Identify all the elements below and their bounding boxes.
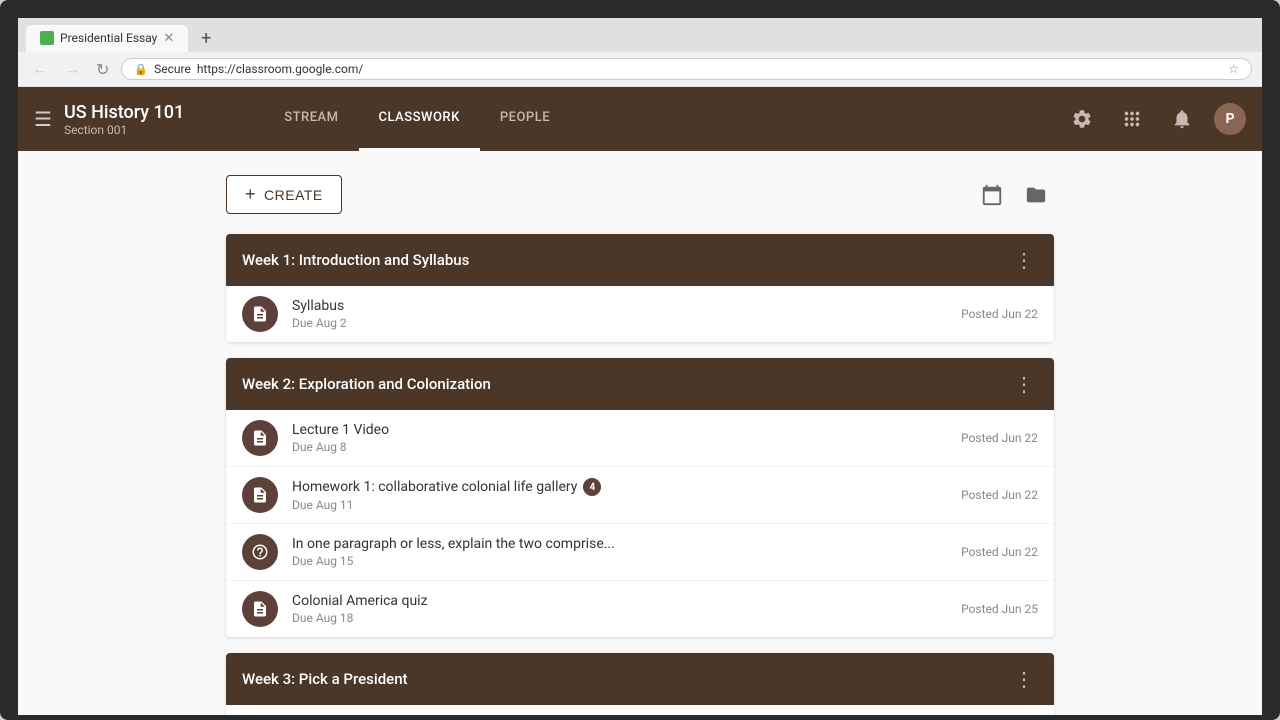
tab-favicon — [40, 31, 54, 45]
back-button[interactable]: ← — [28, 57, 52, 81]
week-header: Week 1: Introduction and Syllabus ⋮ — [226, 234, 1054, 286]
gc-header: ☰ US History 101 Section 001 STREAM CLAS… — [18, 87, 1262, 151]
nav-people[interactable]: PEOPLE — [480, 87, 570, 151]
user-avatar[interactable]: P — [1214, 103, 1246, 135]
week-title: Week 2: Exploration and Colonization — [242, 375, 491, 393]
apps-button[interactable] — [1114, 101, 1150, 137]
tab-close-button[interactable]: ✕ — [163, 31, 174, 46]
week-section: Week 2: Exploration and Colonization ⋮ L… — [226, 358, 1054, 637]
assignment-posted-date: Posted Jun 22 — [961, 545, 1038, 559]
assignment-due-date: Due Aug 8 — [292, 440, 945, 454]
assignment-row[interactable]: Lecture 1 Video Due Aug 8 Posted Jun 22 — [226, 410, 1054, 467]
assignment-row[interactable]: Homework 1: collaborative colonial life … — [226, 467, 1054, 524]
calendar-view-button[interactable] — [974, 177, 1010, 213]
assignment-row[interactable]: Colonial America quiz Due Aug 18 Posted … — [226, 581, 1054, 637]
week-menu-button[interactable]: ⋮ — [1010, 665, 1038, 693]
course-title: US History 101 — [64, 102, 184, 123]
assignment-posted-date: Posted Jun 25 — [961, 602, 1038, 616]
assignment-title: Syllabus — [292, 298, 945, 314]
assignment-due-date: Due Aug 15 — [292, 554, 945, 568]
week-menu-button[interactable]: ⋮ — [1010, 246, 1038, 274]
settings-button[interactable] — [1064, 101, 1100, 137]
nav-stream[interactable]: STREAM — [264, 87, 358, 151]
week-section: Week 3: Pick a President ⋮ Exit ticket: … — [226, 653, 1054, 715]
attachment-count-badge: 4 — [583, 478, 601, 496]
assignment-due-date: Due Aug 2 — [292, 316, 945, 330]
secure-label: Secure — [154, 62, 191, 76]
create-button[interactable]: + CREATE — [226, 175, 342, 214]
assignment-title: Homework 1: collaborative colonial life … — [292, 478, 945, 496]
create-label: CREATE — [264, 187, 323, 203]
nav-classwork[interactable]: CLASSWORK — [359, 87, 480, 151]
page-container: ☰ US History 101 Section 001 STREAM CLAS… — [18, 87, 1262, 715]
week-title: Week 1: Introduction and Syllabus — [242, 251, 469, 269]
assignment-type-icon — [242, 477, 278, 513]
week-section: Week 1: Introduction and Syllabus ⋮ Syll… — [226, 234, 1054, 342]
monitor: Presidential Essay ✕ + ← → ↻ 🔒 Secure ht… — [0, 0, 1280, 720]
week-header: Week 3: Pick a President ⋮ — [226, 653, 1054, 705]
header-actions: P — [1064, 101, 1246, 137]
assignment-info: Homework 1: collaborative colonial life … — [292, 478, 945, 512]
new-tab-button[interactable]: + — [192, 24, 220, 52]
course-subtitle: Section 001 — [64, 123, 184, 137]
week-header: Week 2: Exploration and Colonization ⋮ — [226, 358, 1054, 410]
classwork-toolbar: + CREATE — [226, 175, 1054, 214]
week-title: Week 3: Pick a President — [242, 670, 408, 688]
secure-icon: 🔒 — [134, 63, 148, 76]
address-bar: ← → ↻ 🔒 Secure https://classroom.google.… — [18, 52, 1262, 87]
tab-label: Presidential Essay — [60, 31, 157, 45]
weeks-container: Week 1: Introduction and Syllabus ⋮ Syll… — [226, 234, 1054, 715]
hamburger-menu-icon[interactable]: ☰ — [34, 107, 52, 131]
plus-icon: + — [245, 184, 256, 205]
bookmark-icon[interactable]: ☆ — [1228, 62, 1239, 76]
assignment-title: In one paragraph or less, explain the tw… — [292, 536, 945, 552]
assignment-type-icon — [242, 591, 278, 627]
assignment-title: Lecture 1 Video — [292, 422, 945, 438]
assignment-row[interactable]: Syllabus Due Aug 2 Posted Jun 22 — [226, 286, 1054, 342]
assignment-info: Lecture 1 Video Due Aug 8 — [292, 422, 945, 454]
main-content: + CREATE We — [210, 151, 1070, 715]
assignment-type-icon — [242, 534, 278, 570]
assignment-due-date: Due Aug 11 — [292, 498, 945, 512]
browser-chrome: Presidential Essay ✕ + ← → ↻ 🔒 Secure ht… — [18, 18, 1262, 87]
tab-bar: Presidential Essay ✕ + — [18, 18, 1262, 52]
assignment-info: In one paragraph or less, explain the tw… — [292, 536, 945, 568]
assignment-type-icon — [242, 420, 278, 456]
assignment-posted-date: Posted Jun 22 — [961, 488, 1038, 502]
browser-tab[interactable]: Presidential Essay ✕ — [26, 25, 188, 52]
assignment-title: Colonial America quiz — [292, 593, 945, 609]
forward-button[interactable]: → — [60, 57, 84, 81]
toolbar-icons — [974, 177, 1054, 213]
week-menu-button[interactable]: ⋮ — [1010, 370, 1038, 398]
assignment-row[interactable]: Exit ticket: describe one difference bet… — [226, 705, 1054, 715]
url-bar[interactable]: 🔒 Secure https://classroom.google.com/ ☆ — [121, 58, 1252, 80]
assignment-type-icon — [242, 296, 278, 332]
assignment-row[interactable]: In one paragraph or less, explain the tw… — [226, 524, 1054, 581]
assignment-info: Colonial America quiz Due Aug 18 — [292, 593, 945, 625]
url-address: https://classroom.google.com/ — [197, 62, 364, 76]
assignment-info: Syllabus Due Aug 2 — [292, 298, 945, 330]
assignment-due-date: Due Aug 18 — [292, 611, 945, 625]
reload-button[interactable]: ↻ — [92, 58, 113, 81]
folder-view-button[interactable] — [1018, 177, 1054, 213]
main-nav: STREAM CLASSWORK PEOPLE — [264, 87, 570, 151]
notifications-button[interactable] — [1164, 101, 1200, 137]
course-title-block: US History 101 Section 001 — [64, 102, 184, 137]
assignment-posted-date: Posted Jun 22 — [961, 431, 1038, 445]
assignment-posted-date: Posted Jun 22 — [961, 307, 1038, 321]
